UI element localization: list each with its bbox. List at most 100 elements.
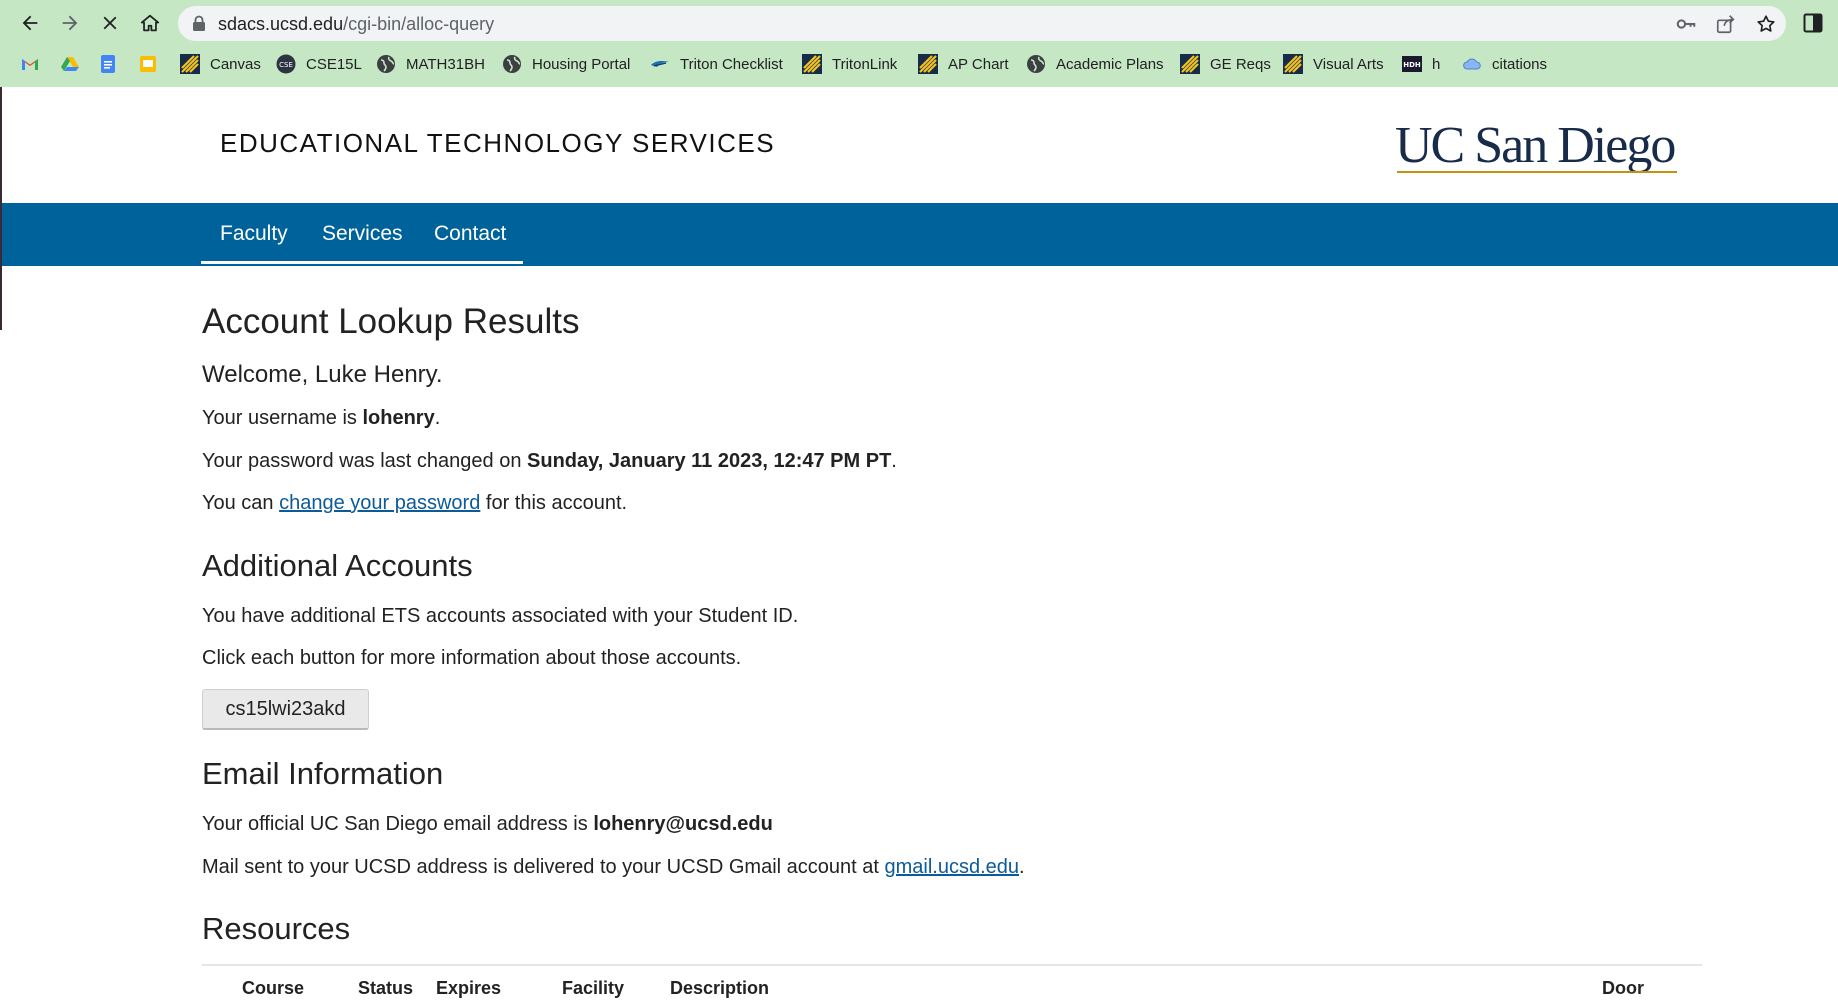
arrow-left-icon <box>22 15 38 31</box>
triton-stripes-icon <box>918 54 938 74</box>
bookmark-math31bh[interactable]: MATH31BH <box>376 52 485 76</box>
svg-text:HDH: HDH <box>1403 61 1421 69</box>
column-header-course[interactable]: Course <box>242 978 304 999</box>
column-header-status[interactable]: Status <box>358 978 413 999</box>
page-title: Account Lookup Results <box>202 302 580 341</box>
nav-contact[interactable]: Contact <box>434 222 506 246</box>
bookmark-triton-checklist[interactable]: Triton Checklist <box>650 52 783 76</box>
main-nav: Faculty Services Contact <box>0 203 1838 266</box>
hdh-icon: HDH <box>1402 54 1422 74</box>
home-icon <box>140 14 160 32</box>
account-button[interactable]: cs15lwi23akd <box>202 689 369 730</box>
bookmark-citations[interactable]: citations <box>1462 52 1547 76</box>
column-header-description[interactable]: Description <box>670 978 769 999</box>
bookmark-label: TritonLink <box>832 55 898 73</box>
column-header-door[interactable]: Door <box>1602 978 1644 999</box>
globe-icon <box>1026 54 1046 74</box>
nav-faculty[interactable]: Faculty <box>220 222 288 246</box>
web-page: EDUCATIONAL TECHNOLOGY SERVICES UC San D… <box>0 87 1838 998</box>
password-key-button[interactable] <box>1674 12 1698 36</box>
site-header: EDUCATIONAL TECHNOLOGY SERVICES UC San D… <box>0 87 1838 203</box>
site-title[interactable]: EDUCATIONAL TECHNOLOGY SERVICES <box>220 128 775 159</box>
bookmark-visual-arts[interactable]: Visual Arts <box>1283 52 1384 76</box>
bookmark-label: Canvas <box>210 55 261 73</box>
nav-services[interactable]: Services <box>322 222 403 246</box>
username-prefix: Your username is <box>202 407 363 429</box>
triton-stripes-icon <box>1180 54 1200 74</box>
bookmark-google-docs[interactable] <box>98 52 128 76</box>
official-email-line: Your official UC San Diego email address… <box>202 813 773 836</box>
share-icon <box>1716 15 1735 34</box>
address-bar[interactable]: sdacs.ucsd.edu/cgi-bin/alloc-query <box>178 6 1786 41</box>
bookmark-google-slides[interactable] <box>138 52 168 76</box>
bookmark-label: AP Chart <box>948 55 1009 73</box>
side-panel-button[interactable] <box>1800 10 1826 36</box>
gmail-forward-line: Mail sent to your UCSD address is delive… <box>202 856 1025 879</box>
change-prefix: You can <box>202 492 280 514</box>
side-panel-icon <box>1803 13 1823 33</box>
mail-suffix: . <box>1019 856 1025 878</box>
bookmark-google-drive[interactable] <box>60 52 90 76</box>
globe-icon <box>376 54 396 74</box>
resources-heading: Resources <box>202 911 351 946</box>
bookmark-tritonlink[interactable]: TritonLink <box>802 52 897 76</box>
onedrive-cloud-icon <box>1462 54 1482 74</box>
password-date: Sunday, January 11 2023, 12:47 PM PT <box>527 450 892 472</box>
bookmark-label: citations <box>1492 55 1548 73</box>
bookmarks-bar: Canvas CSE CSE15L MATH31BH Housing Porta… <box>0 48 1838 80</box>
close-icon <box>103 16 117 30</box>
column-header-expires[interactable]: Expires <box>436 978 501 999</box>
password-suffix: . <box>891 450 897 472</box>
bookmark-label: MATH31BH <box>406 55 485 73</box>
additional-accounts-text: You have additional ETS accounts associa… <box>202 605 799 627</box>
password-prefix: Your password was last changed on <box>202 450 528 472</box>
additional-accounts-heading: Additional Accounts <box>202 548 473 583</box>
bookmark-housing-portal[interactable]: Housing Portal <box>502 52 630 76</box>
username-value: lohenry <box>362 407 435 429</box>
bookmark-h[interactable]: HDH h <box>1402 52 1440 76</box>
ucsd-logo-mark: UC San Diego <box>1395 117 1677 174</box>
bookmark-ge-reqs[interactable]: GE Reqs <box>1180 52 1271 76</box>
email-address: lohenry@ucsd.edu <box>593 813 773 835</box>
username-suffix: . <box>434 407 441 429</box>
change-password-line: You can change your password for this ac… <box>202 492 627 515</box>
forward-button[interactable] <box>54 7 86 39</box>
browser-toolbar: sdacs.ucsd.edu/cgi-bin/alloc-query <box>0 0 1838 46</box>
bookmark-gmail[interactable] <box>20 52 50 76</box>
bookmark-label: Visual Arts <box>1313 55 1384 73</box>
bookmark-ap-chart[interactable]: AP Chart <box>918 52 1009 76</box>
stop-loading-button[interactable] <box>94 7 126 39</box>
google-docs-icon <box>98 54 118 74</box>
change-suffix: for this account. <box>480 492 628 514</box>
nav-underline <box>201 261 523 264</box>
bookmark-star-button[interactable] <box>1754 12 1778 36</box>
column-header-facility[interactable]: Facility <box>562 978 624 999</box>
triton-stripes-icon <box>802 54 822 74</box>
cse-badge-icon: CSE <box>276 54 296 74</box>
change-password-link[interactable]: change your password <box>279 492 480 514</box>
bookmark-label: Housing Portal <box>532 55 631 73</box>
bookmark-cse15l[interactable]: CSE CSE15L <box>276 52 362 76</box>
home-button[interactable] <box>134 7 166 39</box>
welcome-text: Welcome, Luke Henry. <box>202 361 443 388</box>
share-button[interactable] <box>1714 12 1738 36</box>
ucsd-logo[interactable]: UC San Diego <box>1395 112 1685 182</box>
browser-chrome: sdacs.ucsd.edu/cgi-bin/alloc-query Canva… <box>0 0 1838 87</box>
arrow-right-icon <box>62 15 78 31</box>
bookmark-label: Academic Plans <box>1056 55 1164 73</box>
bookmark-label: CSE15L <box>306 55 362 73</box>
svg-text:CSE: CSE <box>279 61 293 69</box>
trident-icon <box>650 54 670 74</box>
url-host: sdacs.ucsd.edu <box>218 14 344 34</box>
email-info-heading: Email Information <box>202 756 444 791</box>
back-button[interactable] <box>14 7 46 39</box>
bookmark-canvas[interactable]: Canvas <box>180 52 261 76</box>
bookmark-academic-plans[interactable]: Academic Plans <box>1026 52 1164 76</box>
additional-accounts-hint: Click each button for more information a… <box>202 647 742 669</box>
gmail-link[interactable]: gmail.ucsd.edu <box>885 856 1020 878</box>
url-path: /cgi-bin/alloc-query <box>343 14 495 34</box>
star-icon <box>1757 15 1775 32</box>
triton-stripes-icon <box>180 54 200 74</box>
lock-icon <box>193 15 205 31</box>
username-line: Your username is lohenry. <box>202 407 440 430</box>
